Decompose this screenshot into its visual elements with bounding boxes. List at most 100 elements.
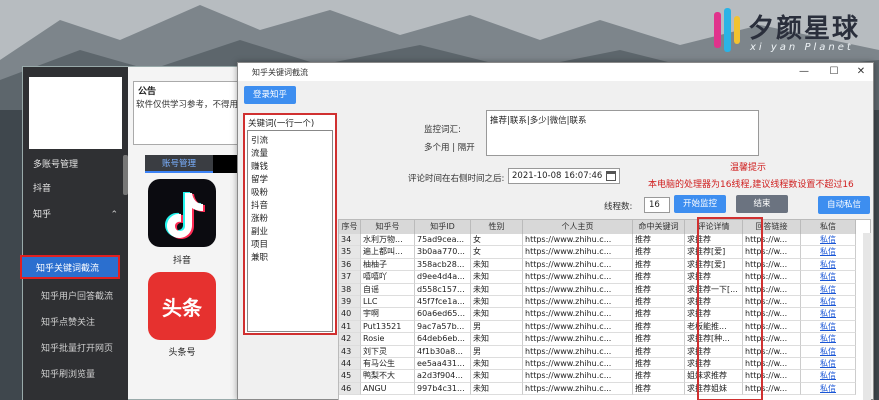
cell-private-message[interactable]: 私信 [801, 271, 856, 284]
cell-private-message[interactable]: 私信 [801, 358, 856, 371]
cell-zhihu-id: 9ac7a57b... [415, 320, 471, 334]
column-header-zhihu-id[interactable]: 知乎ID [415, 220, 471, 234]
column-header-zhihu-name[interactable]: 知乎号 [361, 220, 415, 234]
cell-hit-keyword: 推荐 [633, 358, 685, 371]
cell-private-message[interactable]: 私信 [801, 296, 856, 309]
cell-private-message[interactable]: 私信 [801, 382, 856, 396]
keyword-item: 引流 [251, 136, 269, 146]
sidebar-item-zhihu-keyword-intercept[interactable]: 知乎关键词截流 [20, 255, 120, 279]
table-scrollbar[interactable] [863, 233, 871, 400]
cell-seq: 37 [339, 271, 361, 284]
comment-time-picker[interactable]: 2021-10-08 16:07:46 [508, 168, 620, 184]
cell-zhihu-id: 75ad9cea... [415, 234, 471, 247]
cell-private-message[interactable]: 私信 [801, 370, 856, 383]
brand-logo: 夕颜星球 xi yan Planet [712, 6, 877, 56]
table-row[interactable]: 41 Put13521 9ac7a57b... 男 https://www.zhihu.… [339, 320, 870, 334]
cell-gender: 未知 [471, 382, 523, 396]
cell-homepage: https://www.zhihu.c... [523, 345, 633, 358]
table-row[interactable]: 35 遍上都叫... 3b0aa770... 女 https://www.zhihu.c… [339, 246, 870, 259]
start-monitor-button[interactable]: 开始监控 [674, 195, 726, 213]
cell-hit-keyword: 推荐 [633, 382, 685, 396]
cell-hit-keyword: 推荐 [633, 345, 685, 358]
auto-message-button[interactable]: 自动私信 [818, 196, 870, 214]
close-button[interactable]: ✕ [848, 65, 874, 79]
cell-comment-detail: 求推荐 [685, 345, 743, 358]
sidebar-item-zhihu-like-follow[interactable]: 知乎点赞关注 [23, 311, 128, 335]
keyword-textarea[interactable]: 引流 流量 赚钱 留学 吸粉 抖音 涨粉 副业 项目 兼职 [247, 130, 333, 332]
cell-answer-link: https://w... [743, 320, 801, 334]
douyin-app-tile[interactable] [148, 179, 216, 247]
column-header-hit-keyword[interactable]: 命中关键词 [633, 220, 685, 234]
cell-homepage: https://www.zhihu.c... [523, 333, 633, 346]
maximize-button[interactable]: ☐ [821, 65, 847, 79]
cell-hit-keyword: 推荐 [633, 296, 685, 309]
column-header-comment-detail[interactable]: 评论详情 [685, 220, 743, 234]
minimize-button[interactable]: — [791, 65, 817, 79]
sidebar-item-zhihu-user-answer[interactable]: 知乎用户回答截流 [23, 285, 128, 309]
keyword-item: 留学 [251, 175, 269, 185]
table-row[interactable]: 38 自谣 d558c157... 未知 https://www.zhihu.c... 推… [339, 283, 870, 296]
cell-zhihu-id: 60a6ed65... [415, 308, 471, 321]
cell-private-message[interactable]: 私信 [801, 308, 856, 321]
cell-private-message[interactable]: 私信 [801, 333, 856, 346]
threads-input[interactable]: 16 [644, 197, 670, 213]
brand-mark-icon [714, 8, 740, 52]
calendar-icon[interactable] [606, 171, 616, 181]
cell-gender: 未知 [471, 271, 523, 284]
table-row[interactable]: 42 Rosie 64deb6eb... 未知 https://www.zhihu.c.… [339, 333, 870, 346]
column-header-private-message[interactable]: 私信 [801, 220, 856, 234]
cell-zhihu-name: 柚柚子 [361, 258, 415, 272]
stop-button[interactable]: 结束 [736, 195, 788, 213]
keyword-item: 抖音 [251, 201, 269, 211]
cell-private-message[interactable]: 私信 [801, 258, 856, 272]
cell-zhihu-name: 嘻嘻吖 [361, 271, 415, 284]
cell-zhihu-id: 997b4c31... [415, 382, 471, 396]
cell-gender: 男 [471, 320, 523, 334]
dialog-titlebar[interactable]: 知乎关键词截流 — ☐ ✕ [238, 63, 873, 81]
sidebar-item-multi-account[interactable]: 多账号管理 [23, 153, 128, 177]
cell-private-message[interactable]: 私信 [801, 246, 856, 259]
table-row[interactable]: 39 LLC 45f7fce1a... 未知 https://www.zhihu.c..… [339, 296, 870, 309]
sidebar-item-zhihu-batch-open[interactable]: 知乎批量打开网页 [23, 337, 128, 361]
cell-gender: 未知 [471, 283, 523, 296]
column-header-homepage[interactable]: 个人主页 [523, 220, 633, 234]
column-header-gender[interactable]: 性别 [471, 220, 523, 234]
cell-answer-link: https://w... [743, 382, 801, 396]
table-row[interactable]: 34 水利万物... 75ad9cea... 女 https://www.zhihu.c… [339, 234, 870, 247]
cell-zhihu-id: 64deb6eb... [415, 333, 471, 346]
table-row[interactable]: 44 有马公生 ee5aa431... 未知 https://www.zhihu.c..… [339, 358, 870, 371]
cell-hit-keyword: 推荐 [633, 246, 685, 259]
column-header-seq[interactable]: 序号 [339, 220, 361, 234]
cell-comment-detail: 求推荐一下[... [685, 283, 743, 296]
cell-homepage: https://www.zhihu.c... [523, 320, 633, 334]
sidebar-item-douyin[interactable]: 抖音 [23, 177, 128, 201]
cell-private-message[interactable]: 私信 [801, 234, 856, 247]
table-row[interactable]: 40 宇啊 60a6ed65... 未知 https://www.zhihu.c... 推… [339, 308, 870, 321]
sidebar-item-zhihu-views[interactable]: 知乎刷浏览量 [23, 363, 128, 387]
cell-homepage: https://www.zhihu.c... [523, 308, 633, 321]
toutiao-app-tile[interactable]: 头条 [148, 272, 216, 340]
cell-zhihu-id: a2d3f904... [415, 370, 471, 383]
tab-account-management[interactable]: 账号管理 [145, 155, 213, 173]
login-zhihu-button[interactable]: 登录知乎 [244, 86, 296, 104]
cell-zhihu-name: 刘下灵 [361, 345, 415, 358]
cell-answer-link: https://w... [743, 258, 801, 272]
table-row[interactable]: 37 嘻嘻吖 d9ee4d4a... 未知 https://www.zhihu.c...… [339, 271, 870, 284]
sidebar-item-zhihu[interactable]: 知乎 ⌃ [23, 203, 128, 227]
column-header-answer-link[interactable]: 回答链接 [743, 220, 801, 234]
table-row[interactable]: 45 鸭梨不大 a2d3f904... 未知 https://www.zhihu.c..… [339, 370, 870, 383]
cell-homepage: https://www.zhihu.c... [523, 271, 633, 284]
cell-private-message[interactable]: 私信 [801, 345, 856, 358]
cell-private-message[interactable]: 私信 [801, 283, 856, 296]
sidebar-scrollbar[interactable] [123, 155, 128, 195]
cell-homepage: https://www.zhihu.c... [523, 246, 633, 259]
table-row[interactable]: 46 ANGU 997b4c31... 未知 https://www.zhihu.c..… [339, 382, 870, 396]
table-row[interactable]: 43 刘下灵 4f1b30a8... 男 https://www.zhihu.c... 推… [339, 345, 870, 358]
cell-answer-link: https://w... [743, 271, 801, 284]
cell-seq: 34 [339, 234, 361, 247]
cell-private-message[interactable]: 私信 [801, 320, 856, 334]
keyword-item: 项目 [251, 240, 269, 250]
table-row[interactable]: 36 柚柚子 358acb28... 未知 https://www.zhihu.c...… [339, 258, 870, 272]
monitor-words-input[interactable]: 推荐|联系|多少|微信|联系 [486, 110, 759, 156]
cell-hit-keyword: 推荐 [633, 258, 685, 272]
